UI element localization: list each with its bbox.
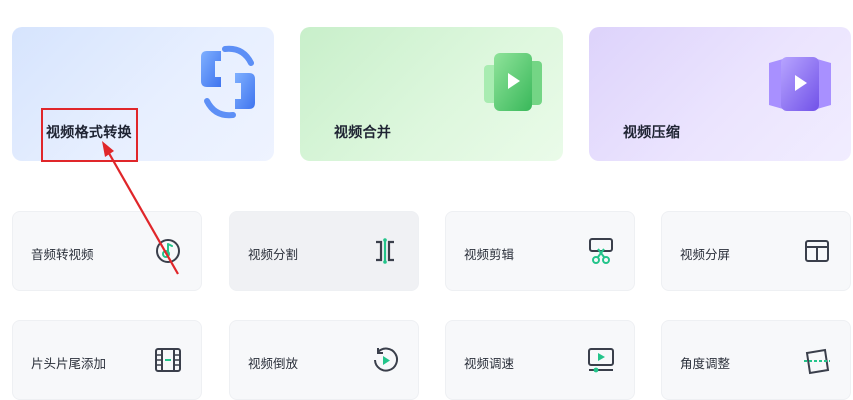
- speed-adjust-icon: [588, 348, 614, 373]
- split-screen-icon: [805, 240, 829, 262]
- tool-label: 视频倒放: [248, 356, 299, 371]
- format-convert-icon: [201, 45, 255, 119]
- video-compress-icon: [769, 57, 831, 111]
- speed-adjust-tool[interactable]: 视频调速: [445, 320, 635, 400]
- video-merge-icon: [484, 53, 542, 111]
- rotate-angle-icon: [804, 348, 830, 375]
- video-format-convert-card[interactable]: 视频格式转换: [12, 27, 274, 161]
- rotate-angle-tool[interactable]: 角度调整: [661, 320, 851, 400]
- tool-label: 视频调速: [464, 356, 515, 371]
- tool-label: 音频转视频: [31, 247, 94, 262]
- intro-outro-tool[interactable]: 片头片尾添加: [12, 320, 202, 400]
- card-label: 视频合并: [334, 125, 392, 141]
- tool-label: 片头片尾添加: [31, 356, 107, 371]
- video-cut-tool[interactable]: 视频剪辑: [445, 211, 635, 291]
- audio-to-video-tool[interactable]: 音频转视频: [12, 211, 202, 291]
- tool-label: 角度调整: [680, 356, 731, 371]
- tool-label: 视频剪辑: [464, 247, 515, 262]
- tool-label: 视频分屏: [680, 247, 731, 262]
- intro-outro-icon: [155, 348, 181, 372]
- video-split-icon: [376, 238, 394, 264]
- card-label: 视频格式转换: [46, 125, 132, 141]
- audio-to-video-icon: [156, 239, 180, 263]
- card-label: 视频压缩: [623, 125, 681, 141]
- reverse-play-tool[interactable]: 视频倒放: [229, 320, 419, 400]
- split-screen-tool[interactable]: 视频分屏: [661, 211, 851, 291]
- video-cut-icon: [589, 238, 613, 264]
- reverse-play-icon: [374, 347, 398, 372]
- video-merge-card[interactable]: 视频合并: [300, 27, 563, 161]
- tool-label: 视频分割: [248, 247, 299, 262]
- video-split-tool[interactable]: 视频分割: [229, 211, 419, 291]
- video-compress-card[interactable]: 视频压缩: [589, 27, 851, 161]
